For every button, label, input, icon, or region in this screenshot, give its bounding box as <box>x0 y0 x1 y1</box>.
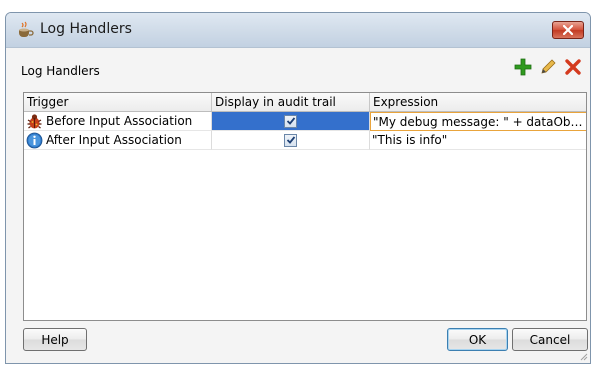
checkmark-icon <box>286 136 295 144</box>
trigger-label: Before Input Association <box>46 114 193 128</box>
checkmark-icon <box>286 117 295 125</box>
cancel-button[interactable]: Cancel <box>512 328 588 351</box>
window-title: Log Handlers <box>40 21 132 37</box>
column-header-trigger[interactable]: Trigger <box>24 93 212 111</box>
trigger-cell[interactable]: Before Input Association <box>24 112 212 131</box>
delete-button[interactable] <box>563 57 583 77</box>
expression-cell[interactable]: "My debug message: " + dataObje... <box>370 112 586 131</box>
display-in-audit-trail-cell[interactable] <box>212 131 370 150</box>
close-icon <box>563 25 573 35</box>
coffee-cup-icon <box>16 21 34 39</box>
ok-button[interactable]: OK <box>447 328 508 351</box>
add-icon <box>514 58 532 76</box>
column-header-expression[interactable]: Expression <box>370 93 586 111</box>
expression-cell[interactable]: "This is info" <box>370 131 586 150</box>
bug-icon <box>26 113 43 130</box>
trigger-cell[interactable]: After Input Association <box>24 131 212 150</box>
info-icon <box>26 132 43 149</box>
section-label: Log Handlers <box>21 64 100 78</box>
column-header-display[interactable]: Display in audit trail <box>212 93 370 111</box>
log-handlers-table[interactable]: Trigger Display in audit trail Expressio… <box>23 92 587 321</box>
title-bar[interactable]: Log Handlers <box>6 13 590 48</box>
close-button[interactable] <box>552 21 584 39</box>
audit-trail-checkbox[interactable] <box>284 114 297 128</box>
help-button[interactable]: Help <box>23 328 87 351</box>
delete-icon <box>565 59 581 75</box>
audit-trail-checkbox[interactable] <box>284 133 297 147</box>
trigger-label: After Input Association <box>46 133 182 147</box>
add-button[interactable] <box>513 57 533 77</box>
log-handlers-dialog: Log Handlers Log Handlers Trigger Displa… <box>5 12 591 364</box>
edit-pencil-icon <box>541 59 556 74</box>
table-row[interactable]: After Input Association "This is info" <box>24 131 586 150</box>
table-header: Trigger Display in audit trail Expressio… <box>24 93 586 112</box>
display-in-audit-trail-cell[interactable] <box>212 112 370 131</box>
resize-grip-icon[interactable] <box>578 351 588 361</box>
edit-button[interactable] <box>538 57 558 77</box>
table-row[interactable]: Before Input Association "My debug messa… <box>24 112 586 131</box>
